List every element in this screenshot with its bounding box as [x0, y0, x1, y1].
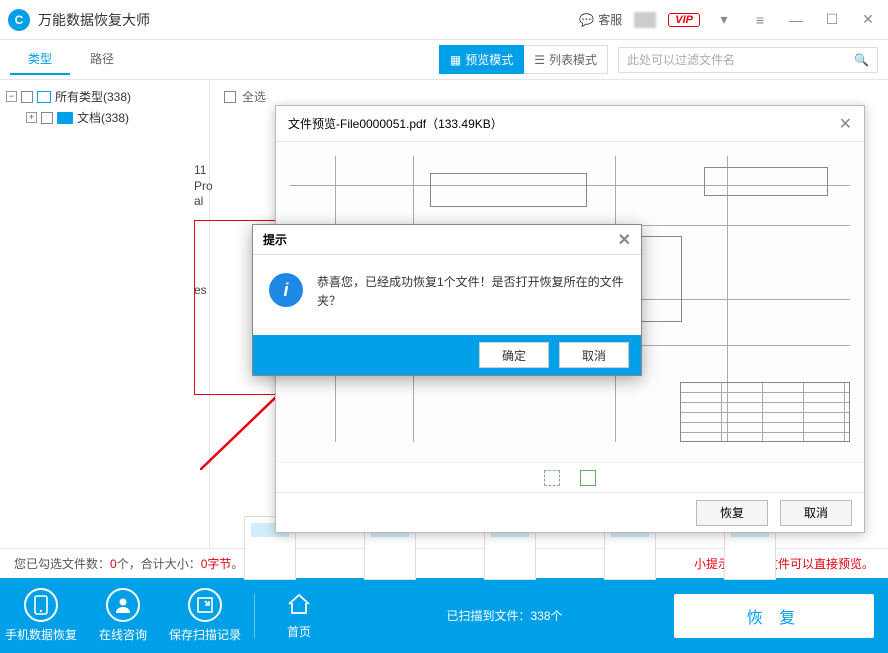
- view-mode-preview[interactable]: ▦ 预览模式: [439, 45, 524, 74]
- view-mode-list[interactable]: ☰ 列表模式: [524, 45, 608, 74]
- fit-icon[interactable]: [544, 470, 560, 486]
- tree-root[interactable]: − 所有类型(338): [6, 86, 203, 107]
- titlebar: C 万能数据恢复大师 💬 客服 VIP ▾ ≡ — ☐ ✕: [0, 0, 888, 40]
- tab-type[interactable]: 类型: [10, 44, 70, 75]
- preview-recover-button[interactable]: 恢复: [696, 500, 768, 526]
- select-all-label: 全选: [242, 88, 266, 105]
- info-icon: i: [269, 273, 303, 307]
- bb-home[interactable]: 首页: [263, 592, 335, 640]
- summary-tip: 小提示：双击文件可以直接预览。: [694, 555, 874, 572]
- collapse-icon[interactable]: −: [6, 91, 17, 102]
- export-icon: [188, 588, 222, 622]
- preview-footer: 恢复 取消: [276, 492, 864, 532]
- kefu-label: 客服: [598, 11, 622, 28]
- file-item[interactable]: es: [194, 281, 207, 299]
- checkbox[interactable]: [21, 91, 33, 103]
- avatar[interactable]: [634, 12, 656, 28]
- close-window-button[interactable]: ✕: [856, 11, 880, 28]
- checkbox[interactable]: [224, 91, 236, 103]
- monitor-icon: [37, 91, 51, 103]
- grid-icon: ▦: [450, 53, 461, 67]
- preview-title: 文件预览-File0000051.pdf（133.49KB）: [288, 115, 503, 132]
- dialog-message: 恭喜您，已经成功恢复1个文件！是否打开恢复所在的文件夹？: [317, 273, 625, 311]
- bb-save-scan[interactable]: 保存扫描记录: [164, 588, 246, 643]
- zoom-icon[interactable]: [580, 470, 596, 486]
- tree-root-label: 所有类型(338): [55, 88, 131, 105]
- ok-button[interactable]: 确定: [479, 342, 549, 368]
- search-icon: 🔍: [854, 53, 869, 67]
- file-item[interactable]: 11 Pro al: [194, 161, 213, 210]
- dialog-header[interactable]: 提示 ✕: [253, 225, 641, 255]
- filter-placeholder: 此处可以过滤文件名: [627, 51, 735, 68]
- folder-icon: [57, 112, 73, 124]
- dialog-title: 提示: [263, 231, 287, 248]
- customer-service-button[interactable]: 💬 客服: [579, 11, 622, 28]
- tab-path[interactable]: 路径: [72, 44, 132, 75]
- speech-icon: 💬: [579, 13, 594, 27]
- person-icon: [106, 588, 140, 622]
- preview-header[interactable]: 文件预览-File0000051.pdf（133.49KB） ✕: [276, 106, 864, 142]
- close-icon[interactable]: ✕: [839, 114, 852, 134]
- filter-input[interactable]: 此处可以过滤文件名 🔍: [618, 47, 878, 73]
- app-logo-icon: C: [8, 9, 30, 31]
- bottombar: 手机数据恢复 在线咨询 保存扫描记录 首页 已扫描到文件：338个 恢 复: [0, 578, 888, 653]
- bb-phone-recovery[interactable]: 手机数据恢复: [0, 588, 82, 643]
- dialog-body: i 恭喜您，已经成功恢复1个文件！是否打开恢复所在的文件夹？: [253, 255, 641, 335]
- checkbox[interactable]: [41, 112, 53, 124]
- dialog-footer: 确定 取消: [253, 335, 641, 375]
- recover-button[interactable]: 恢 复: [674, 594, 874, 638]
- menu-icon[interactable]: ≡: [748, 12, 772, 28]
- tip-dialog: 提示 ✕ i 恭喜您，已经成功恢复1个文件！是否打开恢复所在的文件夹？ 确定 取…: [252, 224, 642, 376]
- vip-badge[interactable]: VIP: [668, 13, 700, 27]
- phone-icon: [24, 588, 58, 622]
- close-icon[interactable]: ✕: [618, 230, 631, 250]
- maximize-button[interactable]: ☐: [820, 11, 844, 28]
- summary-left: 您已勾选文件数：0个，合计大小：0字节。: [14, 555, 243, 572]
- scan-status: 已扫描到文件：338个: [335, 607, 674, 624]
- sidebar: − 所有类型(338) + 文档(338): [0, 80, 210, 548]
- cancel-button[interactable]: 取消: [559, 342, 629, 368]
- preview-tools: [276, 462, 864, 492]
- bb-online-consult[interactable]: 在线咨询: [82, 588, 164, 643]
- tree-child-docs[interactable]: + 文档(338): [6, 107, 203, 128]
- app-title: 万能数据恢复大师: [38, 10, 579, 30]
- home-icon: [286, 592, 312, 619]
- expand-icon[interactable]: +: [26, 112, 37, 123]
- minimize-button[interactable]: —: [784, 12, 808, 28]
- title-block: [680, 382, 850, 442]
- tree-child-label: 文档(338): [77, 109, 129, 126]
- toolbar: 类型 路径 ▦ 预览模式 ☰ 列表模式 此处可以过滤文件名 🔍: [0, 40, 888, 80]
- preview-cancel-button[interactable]: 取消: [780, 500, 852, 526]
- list-icon: ☰: [534, 53, 545, 67]
- chevron-down-icon[interactable]: ▾: [712, 11, 736, 28]
